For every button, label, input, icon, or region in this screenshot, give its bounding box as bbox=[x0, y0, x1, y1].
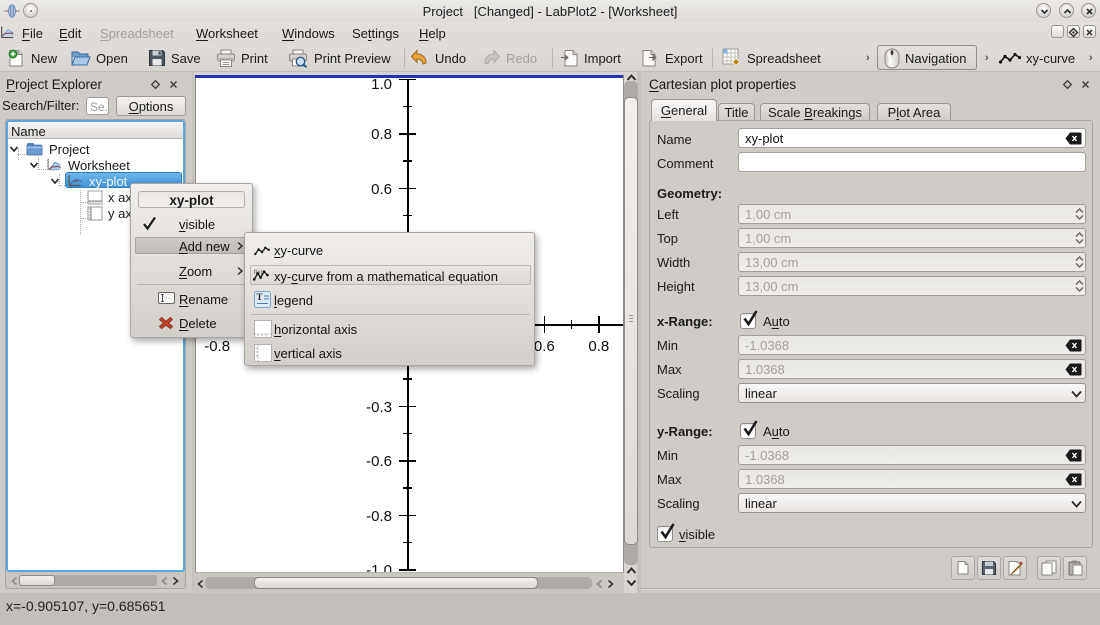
svg-text:T: T bbox=[257, 292, 263, 302]
